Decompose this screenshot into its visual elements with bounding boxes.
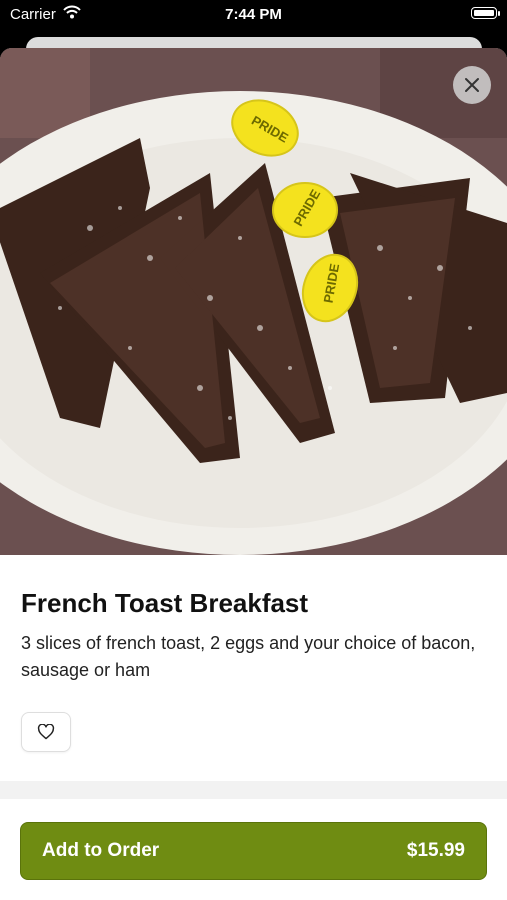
battery-cap — [498, 11, 500, 16]
heart-icon — [37, 724, 55, 740]
status-time: 7:44 PM — [225, 6, 282, 23]
item-photo: PRIDE PRIDE PRIDE — [0, 48, 507, 555]
item-detail-sheet: PRIDE PRIDE PRIDE French Toast Breakfast… — [0, 48, 507, 900]
item-description: 3 slices of french toast, 2 eggs and you… — [21, 633, 476, 680]
item-title: French Toast Breakfast — [21, 588, 309, 618]
add-to-order-button[interactable]: Add to Order $15.99 — [20, 822, 487, 880]
add-to-order-label: Add to Order — [42, 840, 160, 861]
close-icon — [465, 78, 479, 92]
item-price: $15.99 — [406, 840, 465, 861]
status-bar: Carrier 7:44 PM — [0, 0, 507, 30]
favorite-button[interactable] — [21, 712, 71, 752]
close-button[interactable] — [453, 66, 491, 104]
section-divider — [0, 781, 507, 799]
battery-icon — [471, 7, 497, 19]
